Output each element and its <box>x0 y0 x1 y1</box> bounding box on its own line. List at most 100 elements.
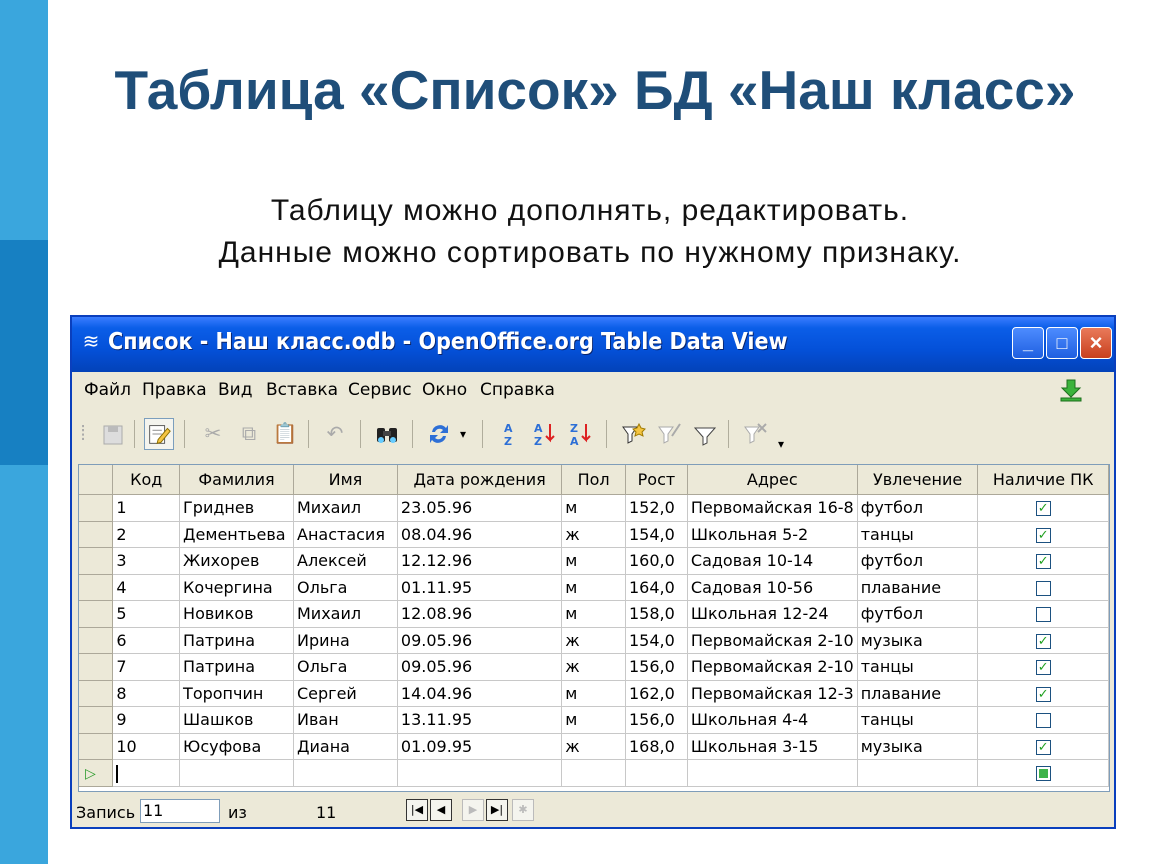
new-row-cell-has-pc[interactable] <box>977 759 1109 787</box>
maximize-button[interactable]: □ <box>1046 327 1078 359</box>
checked-checkbox-icon[interactable]: ✓ <box>1035 686 1051 702</box>
cell-name[interactable]: Иван <box>293 706 398 734</box>
refresh-icon[interactable] <box>424 418 454 450</box>
table-row[interactable]: 2 Дементьева Анастасия 08.04.96 ж 154,0 Школьн… <box>79 521 1109 548</box>
cell-has-pc[interactable]: ✓ <box>977 680 1109 707</box>
row-selector[interactable] <box>79 600 114 628</box>
cell-surname[interactable]: Торопчин <box>179 680 294 707</box>
toolbar-grip-icon[interactable]: ⁞ <box>78 418 88 450</box>
cell-sex[interactable]: м <box>561 706 626 734</box>
cell-hobby[interactable]: футбол <box>857 547 979 575</box>
cell-birth-date[interactable]: 08.04.96 <box>397 521 563 548</box>
cell-surname[interactable]: Дементьева <box>179 521 294 548</box>
cell-hobby[interactable]: музыка <box>857 733 979 760</box>
cell-height[interactable]: 154,0 <box>625 627 688 654</box>
cell-height[interactable]: 156,0 <box>625 653 688 681</box>
table-row[interactable]: 5 Новиков Михаил 12.08.96 м 158,0 Школьная 12-… <box>79 600 1109 628</box>
row-selector[interactable] <box>79 627 114 654</box>
cell-name[interactable]: Ирина <box>293 627 398 654</box>
cell-height[interactable]: 162,0 <box>625 680 688 707</box>
cell-name[interactable]: Алексей <box>293 547 398 575</box>
sort-descending-icon[interactable]: ZA <box>566 418 596 450</box>
standard-filter-icon[interactable] <box>654 418 684 450</box>
cell-address[interactable]: Школьная 3-15 <box>687 733 858 760</box>
new-row-cell[interactable] <box>397 759 563 787</box>
cell-has-pc[interactable]: ✓ <box>977 494 1109 522</box>
cut-icon[interactable]: ✂ <box>198 418 228 450</box>
next-record-icon[interactable]: ▶ <box>462 799 484 821</box>
cell-hobby[interactable]: футбол <box>857 494 979 522</box>
cell-surname[interactable]: Патрина <box>179 653 294 681</box>
indeterminate-checkbox-icon[interactable] <box>1035 766 1051 782</box>
column-header-code[interactable]: Код <box>112 465 181 495</box>
cell-height[interactable]: 158,0 <box>625 600 688 628</box>
cell-surname[interactable]: Патрина <box>179 627 294 654</box>
table-row[interactable]: 6 Патрина Ирина 09.05.96 ж 154,0 Первомайская … <box>79 627 1109 654</box>
column-header-surname[interactable]: Фамилия <box>179 465 294 495</box>
cell-birth-date[interactable]: 14.04.96 <box>397 680 563 707</box>
new-row-cell[interactable] <box>179 759 294 787</box>
menu-window[interactable]: Окно <box>422 380 467 400</box>
cell-birth-date[interactable]: 12.12.96 <box>397 547 563 575</box>
menu-view[interactable]: Вид <box>218 380 252 400</box>
new-row-cell[interactable] <box>293 759 398 787</box>
new-record-row[interactable]: ▷ <box>79 759 1109 787</box>
cell-height[interactable]: 152,0 <box>625 494 688 522</box>
row-selector[interactable] <box>79 733 114 760</box>
save-icon[interactable] <box>98 418 128 450</box>
minimize-button[interactable]: _ <box>1012 327 1044 359</box>
cell-code[interactable]: 7 <box>112 653 181 681</box>
cell-surname[interactable]: Жихорев <box>179 547 294 575</box>
cell-address[interactable]: Первомайская 12-3 <box>687 680 858 707</box>
cell-hobby[interactable]: танцы <box>857 653 979 681</box>
cell-height[interactable]: 164,0 <box>625 574 688 601</box>
new-row-selector[interactable]: ▷ <box>79 759 114 787</box>
cell-name[interactable]: Анастасия <box>293 521 398 548</box>
cell-has-pc[interactable]: ✓ <box>977 733 1109 760</box>
table-row[interactable]: 10 Юсуфова Диана 01.09.95 ж 168,0 Школьная 3-1… <box>79 733 1109 760</box>
cell-height[interactable]: 168,0 <box>625 733 688 760</box>
cell-name[interactable]: Диана <box>293 733 398 760</box>
undo-icon[interactable]: ↶ <box>320 418 350 450</box>
cell-has-pc[interactable]: ✓ <box>977 653 1109 681</box>
cell-address[interactable]: Первомайская 16-8 <box>687 494 858 522</box>
sort-ascending-icon[interactable]: AZ <box>494 418 524 450</box>
cell-sex[interactable]: м <box>561 680 626 707</box>
cell-address[interactable]: Первомайская 2-10 <box>687 627 858 654</box>
new-row-cell[interactable] <box>625 759 688 787</box>
checked-checkbox-icon[interactable]: ✓ <box>1035 501 1051 517</box>
cell-birth-date[interactable]: 01.11.95 <box>397 574 563 601</box>
cell-has-pc[interactable] <box>977 706 1109 734</box>
cell-sex[interactable]: ж <box>561 627 626 654</box>
cell-code[interactable]: 8 <box>112 680 181 707</box>
cell-surname[interactable]: Гриднев <box>179 494 294 522</box>
cell-has-pc[interactable] <box>977 574 1109 601</box>
cell-hobby[interactable]: плавание <box>857 680 979 707</box>
column-header-address[interactable]: Адрес <box>687 465 858 495</box>
cell-sex[interactable]: ж <box>561 733 626 760</box>
menu-edit[interactable]: Правка <box>142 380 207 400</box>
download-icon[interactable] <box>1058 377 1084 403</box>
row-selector[interactable] <box>79 574 114 601</box>
cell-sex[interactable]: ж <box>561 521 626 548</box>
cell-address[interactable]: Садовая 10-56 <box>687 574 858 601</box>
cell-code[interactable]: 9 <box>112 706 181 734</box>
edit-icon[interactable] <box>144 418 174 450</box>
cell-name[interactable]: Михаил <box>293 600 398 628</box>
cell-name[interactable]: Ольга <box>293 574 398 601</box>
checked-checkbox-icon[interactable]: ✓ <box>1035 633 1051 649</box>
row-selector[interactable] <box>79 706 114 734</box>
cell-birth-date[interactable]: 09.05.96 <box>397 653 563 681</box>
cell-code[interactable]: 4 <box>112 574 181 601</box>
cell-surname[interactable]: Кочергина <box>179 574 294 601</box>
cell-height[interactable]: 154,0 <box>625 521 688 548</box>
cell-code[interactable]: 2 <box>112 521 181 548</box>
cell-sex[interactable]: м <box>561 574 626 601</box>
table-row[interactable]: 4 Кочергина Ольга 01.11.95 м 164,0 Садовая 10-… <box>79 574 1109 601</box>
cell-address[interactable]: Школьная 5-2 <box>687 521 858 548</box>
menu-help[interactable]: Справка <box>480 380 555 400</box>
cell-name[interactable]: Михаил <box>293 494 398 522</box>
new-record-icon[interactable]: ✱ <box>512 799 534 821</box>
checked-checkbox-icon[interactable]: ✓ <box>1035 554 1051 570</box>
cell-name[interactable]: Ольга <box>293 653 398 681</box>
